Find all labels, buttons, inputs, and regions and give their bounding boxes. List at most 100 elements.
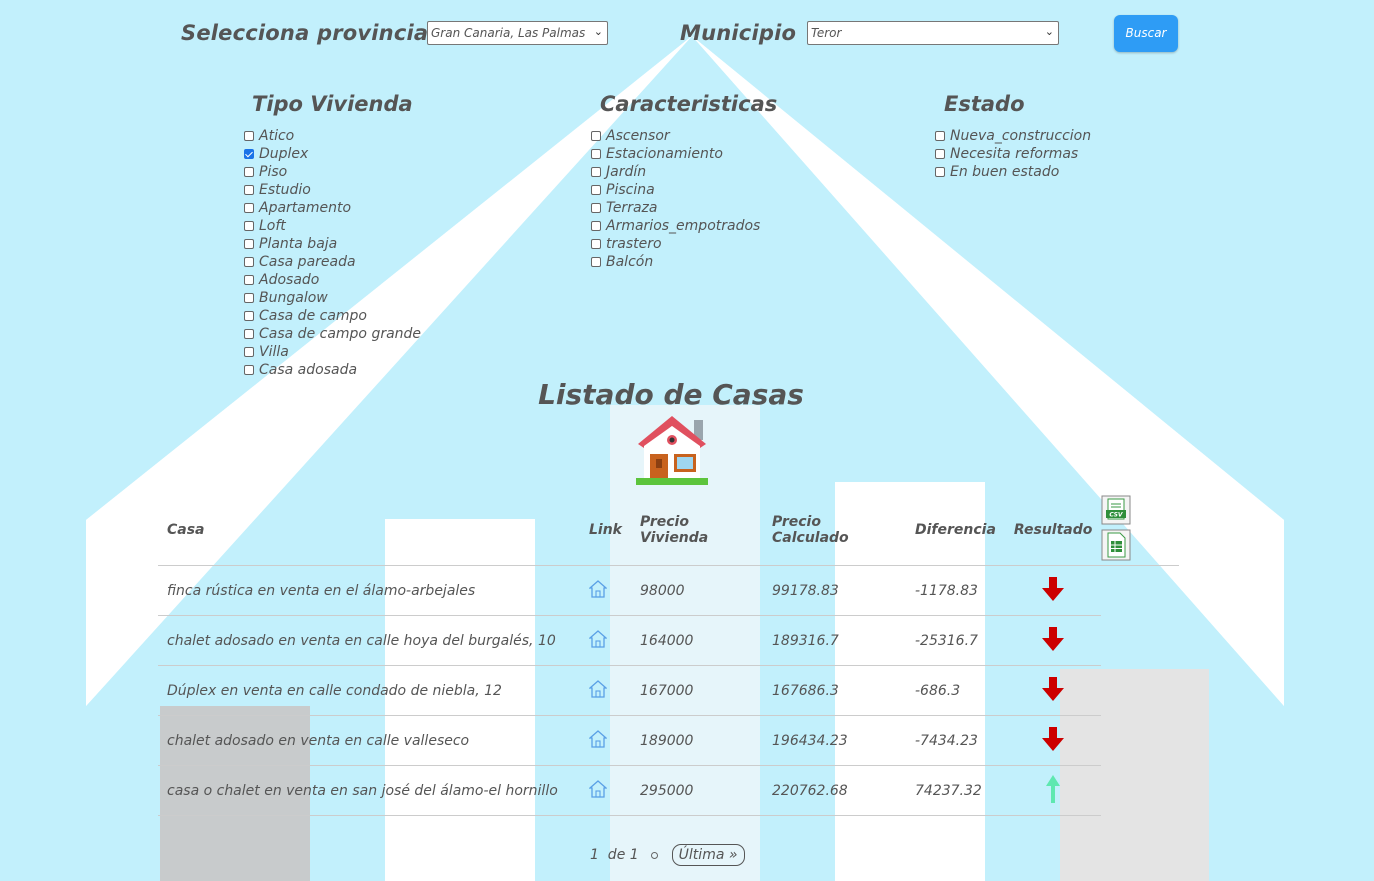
caracteristica-option[interactable]: Piscina <box>591 181 760 199</box>
tipo-vivienda-option-label: Planta baja <box>259 236 338 252</box>
tipo-vivienda-option[interactable]: Atico <box>244 127 421 145</box>
tipo-vivienda-checkbox[interactable] <box>244 293 254 303</box>
precio-vivienda-cell: 98000 <box>631 565 763 616</box>
home-link-icon[interactable] <box>588 729 608 748</box>
province-label: Selecciona provincia <box>181 21 429 45</box>
tipo-vivienda-option[interactable]: Apartamento <box>244 199 421 217</box>
tipo-vivienda-option[interactable]: Casa de campo grande <box>244 325 421 343</box>
link-cell <box>580 565 631 616</box>
table-row: chalet adosado en venta en calle hoya de… <box>158 615 1179 666</box>
tipo-vivienda-checkbox[interactable] <box>244 203 254 213</box>
tipo-vivienda-list: Atico Duplex Piso Estudio Apartamento Loft Pla… <box>244 127 421 379</box>
tipo-vivienda-option[interactable]: Adosado <box>244 271 421 289</box>
caracteristica-option[interactable]: Ascensor <box>591 127 760 145</box>
caracteristica-checkbox[interactable] <box>591 203 601 213</box>
estado-option[interactable]: En buen estado <box>935 163 1091 181</box>
chevron-down-icon: ⌄ <box>1044 25 1054 38</box>
tipo-vivienda-checkbox[interactable] <box>244 221 254 231</box>
precio-vivienda-cell: 295000 <box>631 765 763 816</box>
caracteristica-checkbox[interactable] <box>591 167 601 177</box>
home-link-icon[interactable] <box>588 679 608 698</box>
caracteristica-option[interactable]: Balcón <box>591 253 760 271</box>
province-select-value: Gran Canaria, Las Palmas <box>431 26 586 40</box>
table-row: chalet adosado en venta en calle vallese… <box>158 715 1179 766</box>
arrow-up-icon <box>1045 774 1061 808</box>
caracteristica-checkbox[interactable] <box>591 221 601 231</box>
tipo-vivienda-checkbox[interactable] <box>244 149 254 159</box>
municipio-label: Municipio <box>680 21 797 45</box>
casa-cell: chalet adosado en venta en calle hoya de… <box>158 615 580 666</box>
casa-cell: casa o chalet en venta en san josé del á… <box>158 765 580 816</box>
tipo-vivienda-option[interactable]: Bungalow <box>244 289 421 307</box>
link-cell <box>580 665 631 716</box>
caracteristica-checkbox[interactable] <box>591 239 601 249</box>
tipo-vivienda-checkbox[interactable] <box>244 167 254 177</box>
tipo-vivienda-option[interactable]: Planta baja <box>244 235 421 253</box>
estado-checkbox[interactable] <box>935 131 945 141</box>
tipo-vivienda-title: Tipo Vivienda <box>252 92 413 116</box>
tipo-vivienda-checkbox[interactable] <box>244 185 254 195</box>
caracteristica-option[interactable]: Estacionamiento <box>591 145 760 163</box>
csv-export-icon[interactable]: CSV <box>1101 495 1131 525</box>
tipo-vivienda-checkbox[interactable] <box>244 329 254 339</box>
municipio-select[interactable]: Teror ⌄ <box>807 21 1059 45</box>
home-link-icon[interactable] <box>588 579 608 598</box>
municipio-select-value: Teror <box>811 26 842 40</box>
tipo-vivienda-option-label: Adosado <box>259 272 320 288</box>
province-select[interactable]: Gran Canaria, Las Palmas ⌄ <box>427 21 608 45</box>
resultado-cell <box>1004 765 1102 816</box>
caracteristica-checkbox[interactable] <box>591 131 601 141</box>
casa-cell: chalet adosado en venta en calle vallese… <box>158 715 580 766</box>
estado-option-label: Necesita reformas <box>950 146 1079 162</box>
caracteristica-option-label: Armarios_empotrados <box>606 218 761 234</box>
home-link-icon[interactable] <box>588 629 608 648</box>
tipo-vivienda-option-label: Villa <box>259 344 289 360</box>
tipo-vivienda-checkbox[interactable] <box>244 275 254 285</box>
caracteristica-checkbox[interactable] <box>591 185 601 195</box>
estado-option[interactable]: Necesita reformas <box>935 145 1091 163</box>
last-page-button[interactable]: Última » <box>671 844 745 866</box>
tipo-vivienda-checkbox[interactable] <box>244 347 254 357</box>
tipo-vivienda-option-label: Bungalow <box>259 290 328 306</box>
tipo-vivienda-option[interactable]: Casa de campo <box>244 307 421 325</box>
caracteristica-checkbox[interactable] <box>591 149 601 159</box>
svg-text:CSV: CSV <box>1110 512 1125 519</box>
tipo-vivienda-option-label: Apartamento <box>259 200 352 216</box>
caracteristica-checkbox[interactable] <box>591 257 601 267</box>
resultado-cell <box>1004 715 1102 766</box>
tipo-vivienda-checkbox[interactable] <box>244 365 254 375</box>
column-header-precio-vivienda: Precio Vivienda <box>631 495 763 566</box>
diferencia-cell: -686.3 <box>906 665 1005 716</box>
caracteristica-option-label: Piscina <box>606 182 655 198</box>
resultado-cell <box>1004 565 1102 616</box>
column-header-link: Link <box>580 495 631 566</box>
spreadsheet-export-icon[interactable] <box>1101 529 1131 561</box>
estado-option[interactable]: Nueva_construccion <box>935 127 1091 145</box>
tipo-vivienda-option[interactable]: Casa pareada <box>244 253 421 271</box>
arrow-down-icon <box>1040 726 1066 756</box>
tipo-vivienda-option[interactable]: Duplex <box>244 145 421 163</box>
precio-vivienda-cell: 164000 <box>631 615 763 666</box>
tipo-vivienda-option[interactable]: Loft <box>244 217 421 235</box>
tipo-vivienda-option[interactable]: Estudio <box>244 181 421 199</box>
caracteristica-option[interactable]: trastero <box>591 235 760 253</box>
caracteristica-option[interactable]: Terraza <box>591 199 760 217</box>
tipo-vivienda-checkbox[interactable] <box>244 311 254 321</box>
precio-vivienda-cell: 189000 <box>631 715 763 766</box>
tipo-vivienda-option[interactable]: Piso <box>244 163 421 181</box>
tipo-vivienda-option-label: Casa de campo grande <box>259 326 422 342</box>
caracteristicas-list: Ascensor Estacionamiento Jardín Piscina Terr… <box>591 127 760 271</box>
caracteristica-option[interactable]: Armarios_empotrados <box>591 217 760 235</box>
home-link-icon[interactable] <box>588 779 608 798</box>
caracteristica-option[interactable]: Jardín <box>591 163 760 181</box>
caracteristica-option-label: Ascensor <box>606 128 670 144</box>
tipo-vivienda-checkbox[interactable] <box>244 131 254 141</box>
tipo-vivienda-option[interactable]: Casa adosada <box>244 361 421 379</box>
tipo-vivienda-checkbox[interactable] <box>244 257 254 267</box>
estado-checkbox[interactable] <box>935 167 945 177</box>
tipo-vivienda-option[interactable]: Villa <box>244 343 421 361</box>
precio-calculado-cell: 220762.68 <box>763 765 906 816</box>
tipo-vivienda-checkbox[interactable] <box>244 239 254 249</box>
estado-checkbox[interactable] <box>935 149 945 159</box>
buscar-button[interactable]: Buscar <box>1114 15 1178 52</box>
